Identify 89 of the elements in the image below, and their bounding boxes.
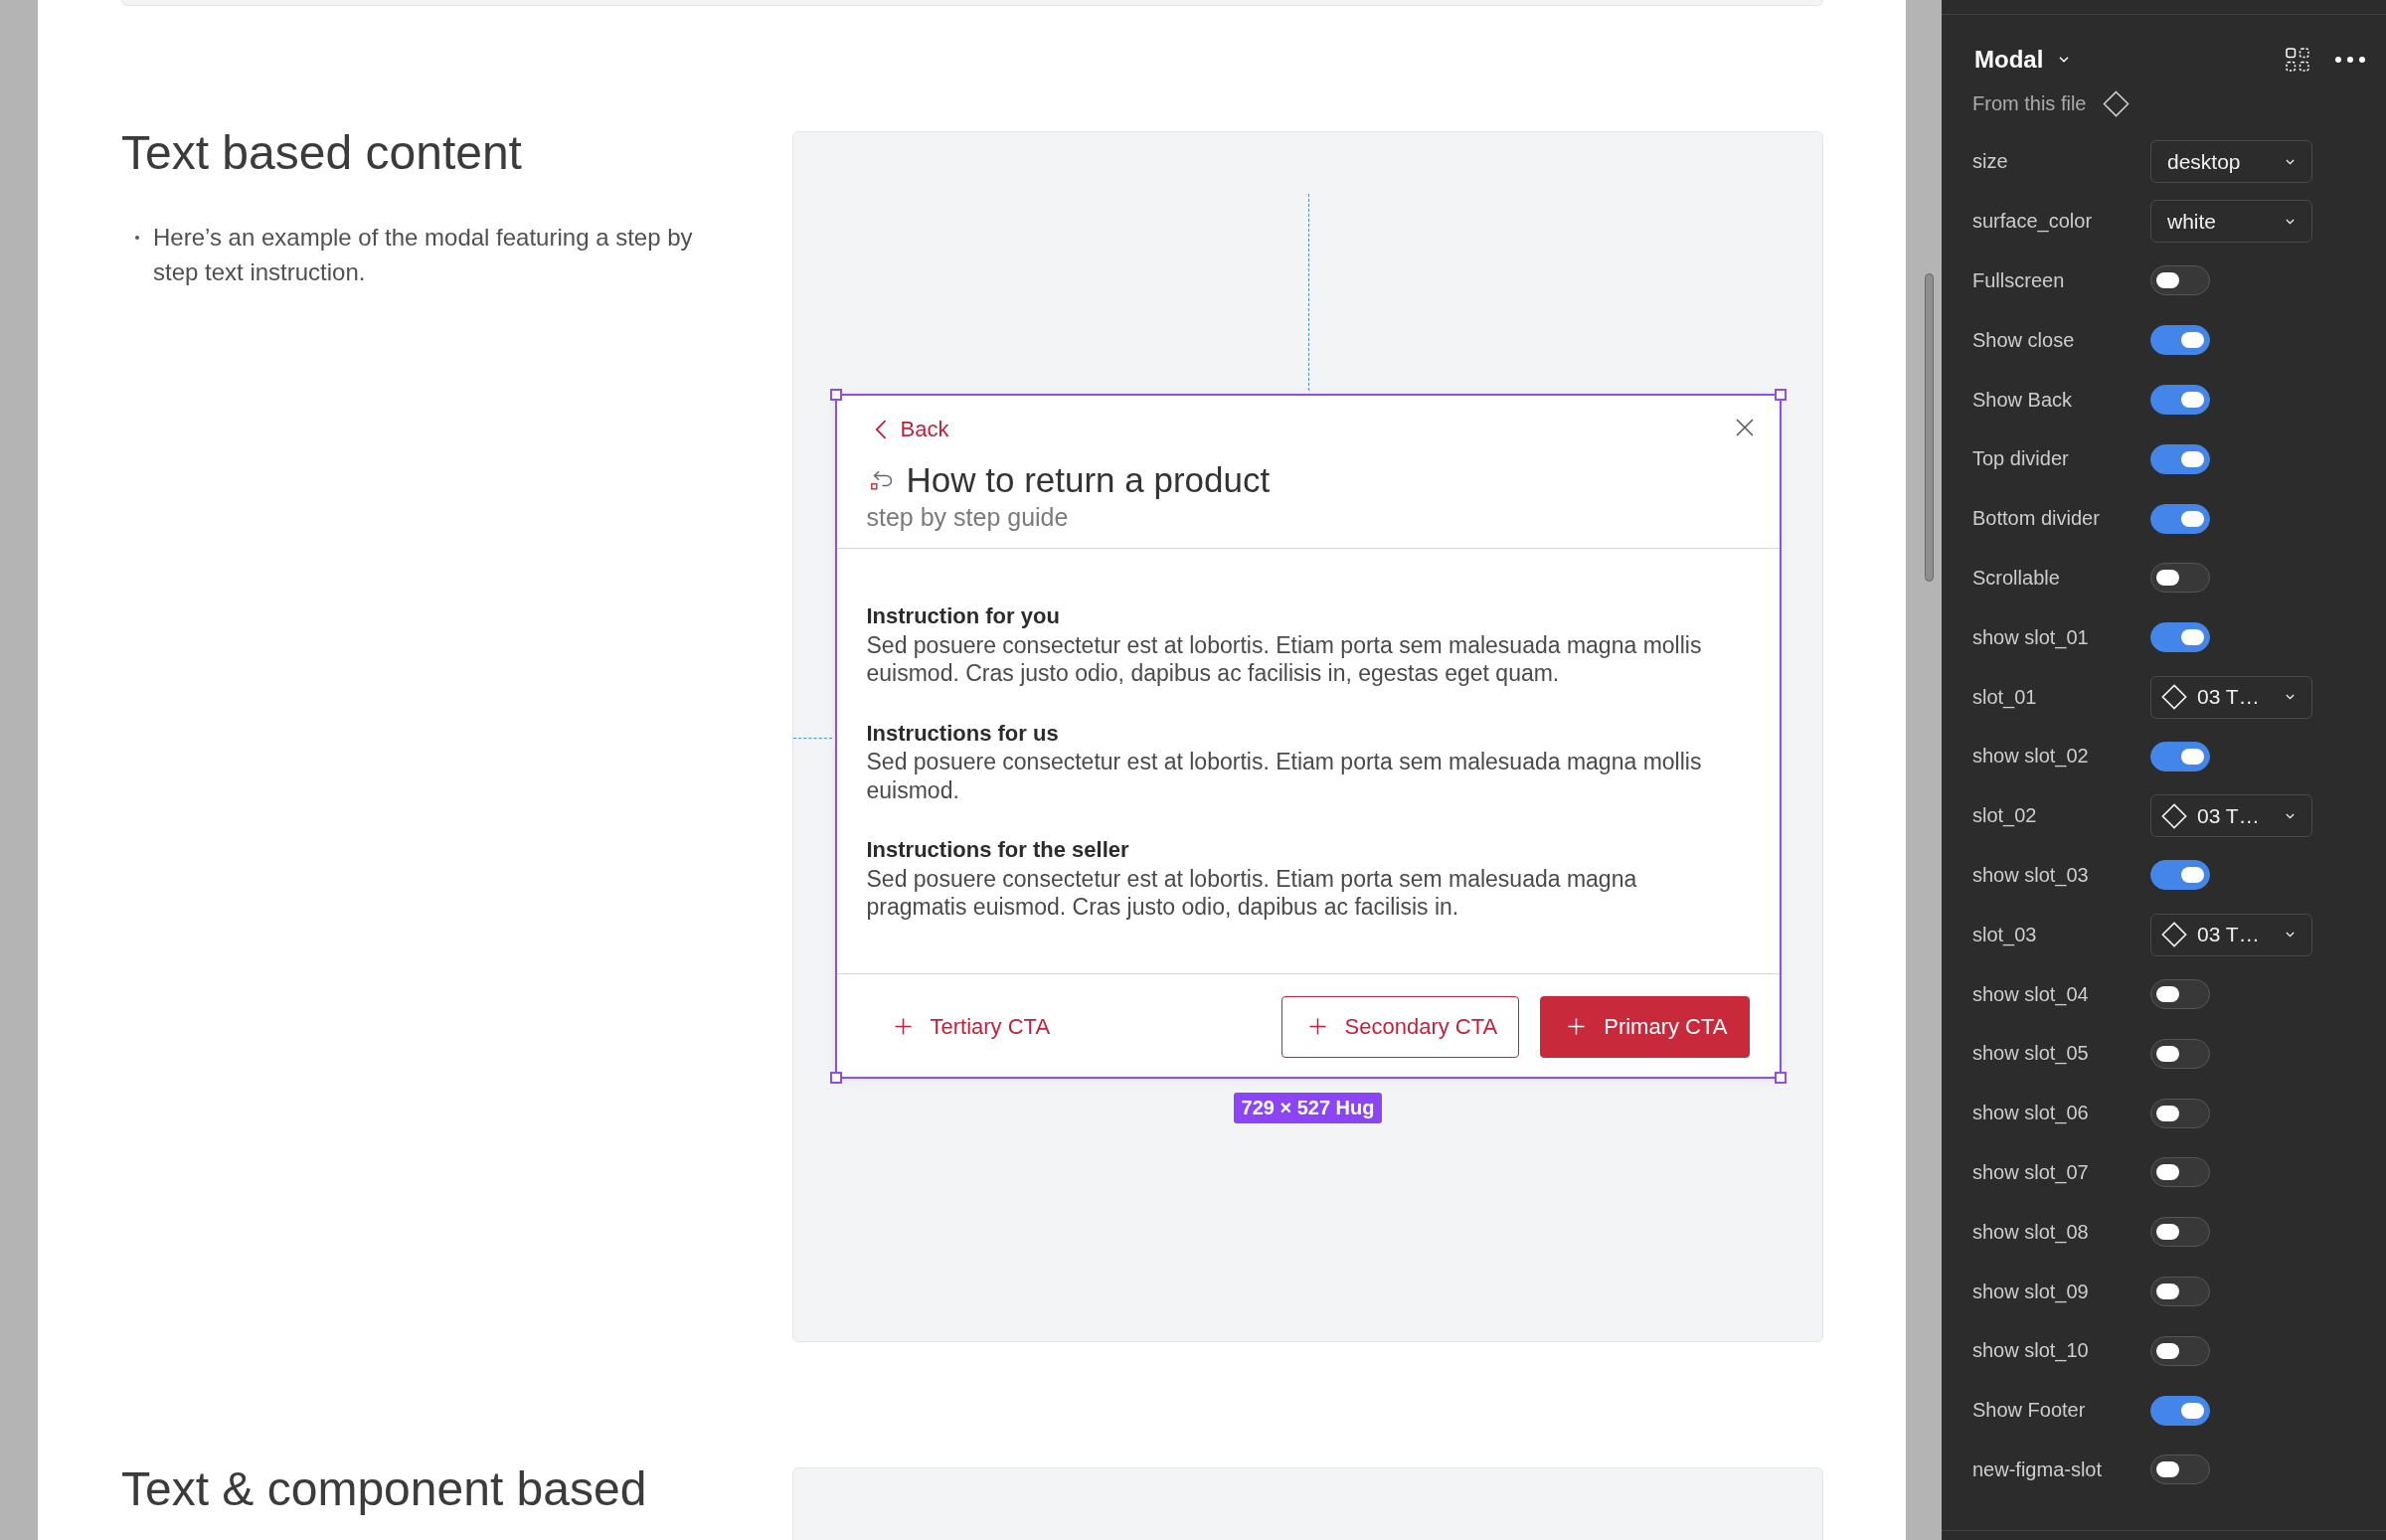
- property-label: Scrollable: [1972, 566, 2061, 590]
- more-icon[interactable]: [2335, 57, 2365, 63]
- dropdown[interactable]: 03 T…: [2150, 794, 2312, 838]
- instruction-text: Sed posuere consectetur est at lobortis. Etiam porta sem malesuada magna mollis euismod.: [866, 748, 1703, 804]
- resize-handle[interactable]: [829, 389, 842, 401]
- section-heading: Text & component based: [121, 1462, 648, 1516]
- property-label: show slot_04: [1972, 982, 2090, 1006]
- property-label: Show Back: [1972, 388, 2074, 412]
- property-label: Show Footer: [1972, 1399, 2087, 1423]
- toggle-switch[interactable]: [2150, 1395, 2210, 1426]
- caret-icon: [2286, 158, 2295, 165]
- squares-grid-icon[interactable]: [2286, 48, 2309, 72]
- plus-icon: [894, 1018, 912, 1035]
- property-label: show slot_10: [1972, 1339, 2090, 1363]
- source-label: From this file: [1972, 91, 2087, 115]
- toggle-switch[interactable]: [2150, 979, 2210, 1010]
- caret-icon: [2059, 57, 2070, 63]
- resize-handle[interactable]: [829, 1071, 842, 1084]
- toggle-switch[interactable]: [2150, 325, 2210, 356]
- modal-title: How to return a product: [906, 460, 1271, 500]
- back-link[interactable]: Back: [874, 418, 949, 441]
- plus-icon: [1568, 1018, 1586, 1035]
- dropdown[interactable]: 03 T…: [2150, 675, 2312, 719]
- property-label: slot_03: [1972, 923, 2038, 946]
- modal-subtitle: step by step guide: [866, 502, 1070, 532]
- property-label: show slot_08: [1972, 1220, 2090, 1244]
- plus-icon: [1308, 1018, 1326, 1035]
- instruction-text: Sed posuere consectetur est at lobortis. Etiam porta sem malesuada magna pragmatis euismod. Cras justo odio, dapibus ac facilisis in.: [866, 864, 1638, 922]
- secondary-button[interactable]: Secondary CTA: [1280, 995, 1520, 1058]
- component-dropdown[interactable]: Modal: [1974, 46, 2070, 74]
- instruction-heading: Instruction for you: [866, 602, 1061, 630]
- toggle-switch[interactable]: [2150, 385, 2210, 416]
- return-arrow-icon: [870, 470, 893, 490]
- toggle-switch[interactable]: [2150, 1038, 2210, 1069]
- caret-icon: [2286, 218, 2295, 225]
- toggle-switch[interactable]: [2150, 860, 2210, 891]
- property-label: Show close: [1972, 328, 2076, 352]
- property-label: slot_01: [1972, 685, 2038, 709]
- caret-icon: [2286, 812, 2295, 819]
- property-label: new-figma-slot: [1972, 1457, 2104, 1481]
- spacing-guide-line: [793, 738, 832, 739]
- dimension-label: 729 × 527 Hug: [1233, 1092, 1383, 1123]
- scrollbar[interactable]: [1925, 273, 1934, 582]
- toggle-switch[interactable]: [2150, 503, 2210, 534]
- resize-handle[interactable]: [1774, 389, 1787, 401]
- diamond-icon: [2161, 684, 2187, 711]
- dropdown[interactable]: white: [2150, 200, 2312, 244]
- toggle-switch[interactable]: [2150, 1098, 2210, 1128]
- instruction-heading: Instructions for the seller: [866, 836, 1130, 864]
- dropdown[interactable]: desktop: [2150, 140, 2312, 184]
- property-label: show slot_07: [1972, 1160, 2090, 1184]
- primary-button[interactable]: Primary CTA: [1540, 995, 1750, 1058]
- property-label: size: [1972, 150, 2009, 174]
- property-label: Top divider: [1972, 447, 2070, 471]
- toggle-switch[interactable]: [2150, 1217, 2210, 1248]
- close-icon[interactable]: [1735, 419, 1754, 436]
- toggle-switch[interactable]: [2150, 563, 2210, 594]
- toggle-switch[interactable]: [2150, 1454, 2210, 1485]
- resize-handle[interactable]: [1774, 1071, 1787, 1084]
- toggle-switch[interactable]: [2150, 265, 2210, 296]
- property-label: surface_color: [1972, 210, 2094, 234]
- toggle-switch[interactable]: [2150, 741, 2210, 771]
- bullet-text: Here’s an example of the modal featuring a step by step text instruction.: [153, 223, 694, 287]
- property-label: show slot_09: [1972, 1280, 2090, 1303]
- property-label: Fullscreen: [1972, 269, 2066, 292]
- property-label: show slot_05: [1972, 1042, 2090, 1066]
- dropdown[interactable]: 03 T…: [2150, 913, 2312, 956]
- property-label: show slot_03: [1972, 863, 2090, 887]
- toggle-switch[interactable]: [2150, 1277, 2210, 1307]
- toggle-switch[interactable]: [2150, 1335, 2210, 1366]
- chevron-left-icon: [874, 420, 887, 439]
- diamond-icon: [2161, 922, 2187, 948]
- tertiary-button[interactable]: Tertiary CTA: [866, 995, 1073, 1058]
- property-label: show slot_01: [1972, 625, 2090, 649]
- caret-icon: [2286, 932, 2295, 939]
- bullet-icon: [135, 236, 139, 240]
- property-label: Bottom divider: [1972, 507, 2101, 531]
- section-heading: Text based content: [121, 126, 523, 180]
- instruction-text: Sed posuere consectetur est at lobortis. Etiam porta sem malesuada magna mollis euismod. Cras justo odio, dapibus ac facilisis in, egestas eget quam.: [866, 630, 1703, 688]
- toggle-switch[interactable]: [2150, 622, 2210, 653]
- property-label: show slot_02: [1972, 745, 2090, 769]
- toggle-switch[interactable]: [2150, 1157, 2210, 1188]
- toggle-switch[interactable]: [2150, 443, 2210, 474]
- instruction-heading: Instructions for us: [866, 719, 1060, 748]
- property-label: show slot_06: [1972, 1102, 2090, 1125]
- property-label: slot_02: [1972, 804, 2038, 828]
- diamond-icon: [2103, 89, 2130, 117]
- caret-icon: [2286, 694, 2295, 701]
- diamond-icon: [2161, 802, 2187, 829]
